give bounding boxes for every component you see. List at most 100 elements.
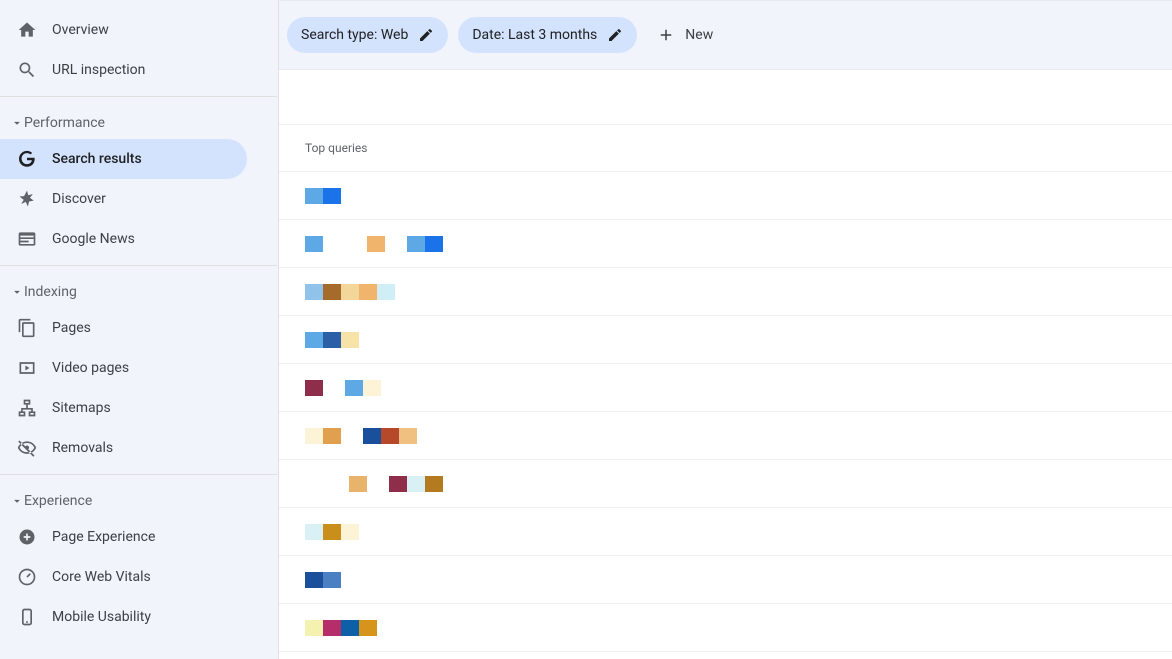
block-gap — [345, 236, 367, 252]
query-blocks — [305, 620, 377, 636]
table-row[interactable] — [279, 508, 1172, 556]
table-row[interactable] — [279, 556, 1172, 604]
sidebar-item-core-web-vitals[interactable]: Core Web Vitals — [0, 557, 277, 597]
color-block — [323, 284, 341, 300]
color-block — [425, 476, 443, 492]
color-block — [407, 236, 425, 252]
sidebar-item-google-news[interactable]: Google News — [0, 219, 277, 259]
sidebar-item-label: Search results — [52, 151, 142, 167]
color-block — [359, 284, 377, 300]
block-gap — [367, 476, 389, 492]
color-block — [323, 188, 341, 204]
query-blocks — [305, 332, 359, 348]
table-header-label: Top queries — [305, 141, 367, 155]
sidebar-item-page-experience[interactable]: Page Experience — [0, 517, 277, 557]
query-blocks — [305, 380, 381, 396]
color-block — [389, 476, 407, 492]
visibility-off-icon — [16, 437, 38, 459]
sidebar-section-performance[interactable]: Performance — [0, 103, 277, 139]
color-block — [305, 380, 323, 396]
chevron-down-icon — [10, 494, 24, 508]
query-blocks — [305, 572, 341, 588]
google-g-icon — [16, 148, 38, 170]
color-block — [377, 284, 395, 300]
sidebar-item-removals[interactable]: Removals — [0, 428, 277, 468]
sidebar-item-search-results[interactable]: Search results — [0, 139, 247, 179]
sidebar-item-label: Discover — [52, 191, 106, 207]
home-icon — [16, 19, 38, 41]
sidebar-item-pages[interactable]: Pages — [0, 308, 277, 348]
pencil-icon — [418, 27, 434, 43]
filter-chip-date[interactable]: Date: Last 3 months — [458, 17, 637, 53]
sidebar-item-url-inspection[interactable]: URL inspection — [0, 50, 277, 90]
divider — [0, 474, 277, 475]
color-block — [305, 188, 323, 204]
phone-icon — [16, 606, 38, 628]
chip-label: Search type: Web — [301, 27, 408, 43]
table-row[interactable] — [279, 364, 1172, 412]
color-block — [323, 620, 341, 636]
color-block — [305, 284, 323, 300]
color-block — [341, 620, 359, 636]
color-block — [359, 620, 377, 636]
sidebar-section-label: Performance — [24, 115, 105, 131]
sidebar-item-label: Mobile Usability — [52, 609, 151, 625]
sidebar-item-label: Overview — [52, 22, 109, 38]
query-blocks — [305, 188, 341, 204]
sidebar-item-discover[interactable]: Discover — [0, 179, 277, 219]
color-block — [341, 332, 359, 348]
filter-chip-search-type[interactable]: Search type: Web — [287, 17, 448, 53]
sidebar-item-label: Video pages — [52, 360, 129, 376]
table-row[interactable] — [279, 268, 1172, 316]
color-block — [363, 428, 381, 444]
block-gap — [341, 428, 363, 444]
table-row[interactable] — [279, 220, 1172, 268]
sidebar-section-indexing[interactable]: Indexing — [0, 272, 277, 308]
sidebar-section-experience[interactable]: Experience — [0, 481, 277, 517]
sidebar-item-label: URL inspection — [52, 62, 145, 78]
table-row[interactable] — [279, 604, 1172, 652]
news-icon — [16, 228, 38, 250]
block-gap — [323, 236, 345, 252]
query-blocks — [305, 236, 443, 252]
color-block — [341, 524, 359, 540]
sidebar-item-mobile-usability[interactable]: Mobile Usability — [0, 597, 277, 637]
block-gap — [327, 476, 349, 492]
color-block — [305, 236, 323, 252]
sidebar-item-label: Removals — [52, 440, 113, 456]
color-block — [305, 572, 323, 588]
divider — [0, 265, 277, 266]
color-block — [305, 428, 323, 444]
color-block — [323, 332, 341, 348]
table-row[interactable] — [279, 412, 1172, 460]
color-block — [349, 476, 367, 492]
color-block — [381, 428, 399, 444]
sitemap-icon — [16, 397, 38, 419]
color-block — [407, 476, 425, 492]
sidebar-item-label: Google News — [52, 231, 135, 247]
color-block — [363, 380, 381, 396]
color-block — [305, 524, 323, 540]
chevron-down-icon — [10, 285, 24, 299]
table-row[interactable] — [279, 316, 1172, 364]
main-content: Search type: Web Date: Last 3 months New — [278, 0, 1172, 659]
table-row[interactable] — [279, 460, 1172, 508]
sidebar-item-label: Core Web Vitals — [52, 569, 151, 585]
speedometer-icon — [16, 566, 38, 588]
color-block — [399, 428, 417, 444]
plus-circle-icon — [16, 526, 38, 548]
asterisk-icon — [16, 188, 38, 210]
panel-header-spacer — [279, 70, 1172, 124]
color-block — [367, 236, 385, 252]
sidebar-item-sitemaps[interactable]: Sitemaps — [0, 388, 277, 428]
add-filter-button[interactable]: New — [647, 17, 723, 53]
video-icon — [16, 357, 38, 379]
query-blocks — [305, 476, 443, 492]
color-block — [305, 332, 323, 348]
table-row[interactable] — [279, 172, 1172, 220]
sidebar-item-overview[interactable]: Overview — [0, 10, 277, 50]
query-blocks — [305, 284, 395, 300]
color-block — [323, 428, 341, 444]
sidebar-item-video-pages[interactable]: Video pages — [0, 348, 277, 388]
divider — [0, 96, 277, 97]
